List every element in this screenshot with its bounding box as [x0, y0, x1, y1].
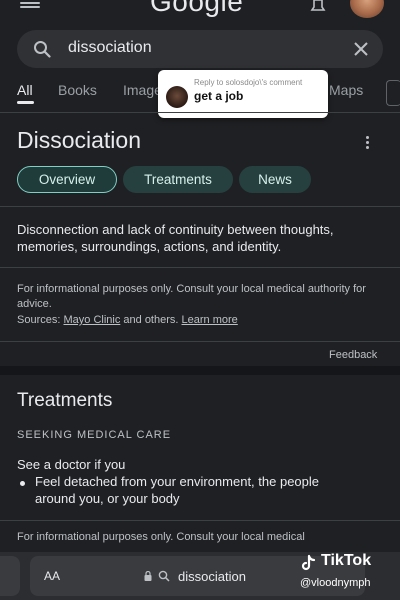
- tiktok-logo-icon: [301, 554, 316, 571]
- search-icon: [34, 41, 51, 58]
- bullet-text: Feel detached from your environment, the…: [35, 474, 320, 506]
- sources-line: Sources: Mayo Clinic and others. Learn m…: [17, 313, 377, 328]
- tab-active-indicator: [17, 101, 34, 104]
- chip-news[interactable]: News: [239, 166, 311, 193]
- tab-more[interactable]: [386, 80, 400, 106]
- reply-caption: Reply to solosdojo\'s comment: [194, 78, 303, 87]
- mayo-clinic-link[interactable]: Mayo Clinic: [63, 314, 120, 326]
- definition-text: Disconnection and lack of continuity bet…: [17, 222, 334, 254]
- back-tab-button[interactable]: [0, 556, 20, 596]
- chip-treatments[interactable]: Treatments: [123, 166, 233, 193]
- divider: [0, 341, 400, 342]
- clear-search-icon[interactable]: [352, 40, 370, 58]
- bell-icon[interactable]: [309, 0, 327, 12]
- bullet-dot: [20, 481, 25, 486]
- seeking-care-heading: SEEKING MEDICAL CARE: [17, 429, 172, 441]
- lock-icon: [144, 571, 152, 581]
- comment-text: get a job: [194, 89, 244, 103]
- divider: [0, 267, 400, 268]
- search-icon: [158, 570, 170, 582]
- feedback-link[interactable]: Feedback: [329, 349, 377, 361]
- treatments-title: Treatments: [17, 390, 113, 411]
- learn-more-link[interactable]: Learn more: [182, 314, 238, 326]
- menu-icon[interactable]: [20, 0, 40, 8]
- see-doctor-text: See a doctor if you: [17, 457, 126, 472]
- panel-title: Dissociation: [17, 127, 141, 153]
- chip-overview[interactable]: Overview: [17, 166, 117, 193]
- divider: [0, 206, 400, 207]
- account-avatar[interactable]: [350, 0, 384, 18]
- google-logo[interactable]: Google: [150, 0, 243, 18]
- tab-maps[interactable]: Maps: [329, 82, 363, 98]
- treatments-disclaimer: For informational purposes only. Consult…: [17, 531, 305, 543]
- divider: [0, 520, 400, 521]
- tab-books[interactable]: Books: [58, 82, 97, 98]
- sources-prefix: Sources:: [17, 314, 61, 326]
- tiktok-watermark: TikTok: [321, 552, 372, 569]
- section-separator: [0, 366, 400, 375]
- divider: [0, 112, 400, 113]
- more-options-icon[interactable]: [366, 136, 370, 150]
- comment-avatar: [166, 86, 188, 108]
- search-input[interactable]: dissociation: [68, 39, 152, 57]
- text-size-button[interactable]: AA: [44, 569, 60, 583]
- disclaimer-text: For informational purposes only. Consult…: [17, 283, 366, 310]
- tab-all[interactable]: All: [17, 82, 33, 98]
- address-text[interactable]: dissociation: [178, 569, 246, 584]
- sources-middle: and others.: [123, 314, 179, 326]
- tiktok-username: @vloodnymph: [300, 577, 371, 589]
